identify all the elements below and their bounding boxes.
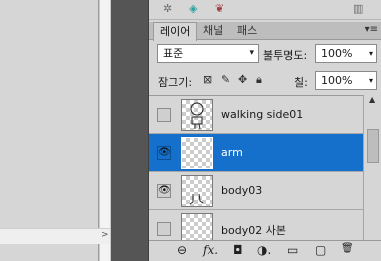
eye-icon[interactable]: 👁	[157, 184, 171, 198]
opacity-value: 100%	[321, 47, 353, 60]
tab-layers[interactable]: 레이어	[153, 22, 198, 41]
sketch-legs-icon	[189, 193, 204, 205]
adjustment-icon[interactable]: ◑.	[257, 243, 271, 257]
panel-menu-icon[interactable]: ▾≡	[365, 24, 378, 35]
layer-thumbnail	[181, 175, 213, 207]
layer-row[interactable]: body02 사본	[149, 210, 363, 240]
layer-name: body02 사본	[221, 224, 286, 237]
folder-icon[interactable]: ▭	[287, 243, 298, 257]
swap-icon[interactable]: ◈	[189, 2, 197, 15]
lock-all-icon[interactable]: 🔒︎	[256, 73, 262, 87]
layer-thumbnail	[181, 213, 213, 240]
lock-brush-icon[interactable]: ✎	[221, 73, 230, 86]
canvas-vertical-scrollbar[interactable]: ▼	[99, 0, 111, 261]
fill-value: 100%	[321, 74, 353, 87]
opacity-label: 불투명도:	[263, 49, 308, 62]
new-layer-icon[interactable]: ▢	[315, 243, 326, 257]
layers-bottom-toolbar: ⊖ fx. ◘ ◑. ▭ ▢ 🗑	[149, 240, 381, 261]
layer-name: walking side01	[221, 108, 304, 121]
blend-mode-value: 표준	[163, 47, 184, 60]
layer-name: arm	[221, 146, 243, 159]
link-icon[interactable]: ⊖	[177, 243, 187, 257]
fill-label: 칠:	[294, 76, 308, 89]
delete-icon[interactable]: 🗑	[341, 243, 354, 254]
layers-scrollbar[interactable]: ▲	[363, 95, 381, 240]
canvas-area	[0, 0, 99, 261]
mask-icon[interactable]: ◘	[233, 243, 243, 257]
scrollbar-thumb[interactable]	[367, 129, 379, 163]
layer-thumbnail	[181, 99, 213, 131]
brush-icon[interactable]: ❦	[215, 2, 224, 15]
fx-icon[interactable]: fx.	[203, 243, 218, 257]
layers-panel: ✲ ◈ ❦ ▥ 레이어 채널 패스 ▾≡ 표준 ▾ 불투명도: 100% ▾ 잠…	[148, 0, 381, 261]
chevron-down-icon: ▾	[249, 48, 254, 58]
layer-row[interactable]: 👁 arm	[149, 134, 363, 172]
blend-mode-select[interactable]: 표준 ▾	[157, 44, 259, 63]
top-toolbar: ✲ ◈ ❦ ▥	[149, 0, 381, 20]
layer-name: body03	[221, 184, 263, 197]
visibility-toggle[interactable]	[157, 222, 171, 236]
chevron-down-icon: ▾	[368, 76, 373, 85]
layer-row[interactable]: walking side01	[149, 96, 363, 134]
lock-move-icon[interactable]: ✥	[238, 73, 247, 86]
opacity-input[interactable]: 100% ▾	[315, 44, 377, 63]
canvas-horizontal-scrollbar[interactable]: >	[0, 228, 110, 244]
layer-list: walking side01 👁 arm 👁 body03 body02 사본	[149, 95, 363, 240]
scroll-up-arrow-icon[interactable]: ▲	[369, 95, 375, 104]
panel-tabs: 레이어 채널 패스 ▾≡	[149, 22, 381, 41]
pasteboard-gap	[110, 0, 148, 261]
sketch-figure-icon	[190, 102, 204, 130]
tab-channels[interactable]: 채널	[197, 22, 229, 40]
eye-icon[interactable]: 👁	[157, 146, 171, 160]
lock-label: 잠그기:	[158, 76, 193, 89]
blend-row: 표준 ▾ 불투명도: 100% ▾	[149, 43, 381, 65]
fill-input[interactable]: 100% ▾	[315, 71, 377, 90]
lock-row: 잠그기: ⊠ ✎ ✥ 🔒︎ 칠: 100% ▾	[149, 69, 381, 91]
chevron-down-icon: ▾	[368, 49, 373, 58]
tab-paths[interactable]: 패스	[231, 22, 263, 40]
sun-icon[interactable]: ✲	[163, 2, 172, 15]
trash-icon[interactable]: ▥	[353, 2, 363, 15]
layer-row[interactable]: 👁 body03	[149, 172, 363, 210]
visibility-toggle[interactable]	[157, 108, 171, 122]
lock-transparent-icon[interactable]: ⊠	[203, 73, 212, 86]
scroll-right-arrow-icon[interactable]: >	[101, 230, 110, 240]
layer-thumbnail	[181, 137, 213, 169]
